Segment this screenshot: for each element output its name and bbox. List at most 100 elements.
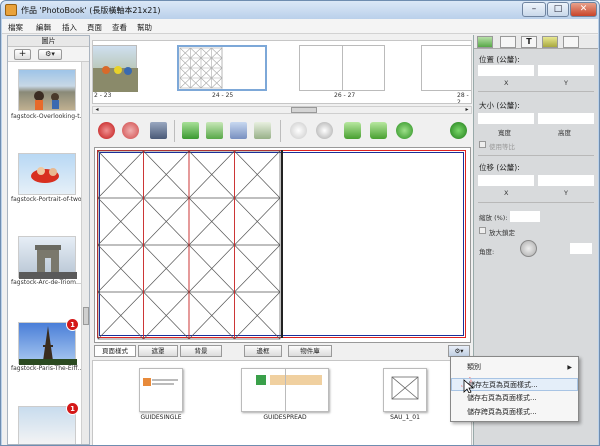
photo-caption: fagstock-Paris-The-Eiff… bbox=[11, 365, 84, 372]
template-thumbnail[interactable] bbox=[139, 368, 183, 412]
next-page-icon[interactable] bbox=[370, 122, 387, 139]
photo-image bbox=[19, 245, 77, 279]
menu-item-category-label: 類別 bbox=[467, 363, 481, 371]
position-y-field[interactable] bbox=[538, 65, 594, 76]
template-label: GUIDESINGLE bbox=[140, 414, 182, 421]
position-title: 位置 (公釐): bbox=[479, 55, 520, 64]
x-label: X bbox=[504, 79, 509, 87]
spread-thumbnail-selected[interactable] bbox=[177, 45, 267, 91]
menu-bar: 檔案 編輯 插入 頁面 查看 幫助 bbox=[2, 19, 598, 34]
add-photo-button[interactable]: + bbox=[14, 49, 31, 60]
shopping-cart-icon[interactable] bbox=[450, 122, 467, 139]
spread-label: 28 - 2 bbox=[457, 92, 469, 104]
menu-edit[interactable]: 編輯 bbox=[36, 22, 51, 33]
play-icon[interactable] bbox=[396, 122, 413, 139]
toolbar-separator bbox=[280, 120, 281, 142]
spread-image bbox=[93, 66, 138, 92]
tab-page-styles[interactable]: 頁面樣式 bbox=[94, 345, 136, 357]
edit-photo-icon[interactable] bbox=[254, 122, 271, 139]
spread-thumbnail[interactable] bbox=[299, 45, 385, 91]
zoom-locked-checkbox[interactable] bbox=[479, 227, 486, 234]
offset-y-field[interactable] bbox=[538, 175, 594, 186]
undo-icon[interactable] bbox=[98, 122, 115, 139]
offset-title: 位移 (公釐): bbox=[479, 163, 520, 172]
scrollbar-thumb[interactable] bbox=[291, 107, 317, 113]
template-label: GUIDESPREAD bbox=[263, 414, 307, 421]
title-bar: 作品 'PhotoBook' (長版橫軸本21x21) – □ ✕ bbox=[1, 1, 599, 19]
previous-page-icon[interactable] bbox=[344, 122, 361, 139]
spread-thumbnail[interactable] bbox=[93, 45, 138, 92]
menu-item-save-right-page[interactable]: 儲存右頁為頁面樣式... bbox=[451, 392, 578, 405]
tab-masks[interactable]: 遮罩 bbox=[138, 345, 178, 357]
photo-thumbnail[interactable] bbox=[18, 236, 77, 279]
window-title: 作品 'PhotoBook' (長版橫軸本21x21) bbox=[21, 6, 161, 15]
section-divider bbox=[478, 202, 594, 203]
left-page-layout[interactable] bbox=[97, 150, 281, 340]
tab-frames[interactable]: 邊框 bbox=[244, 345, 282, 357]
width-field[interactable] bbox=[478, 113, 534, 124]
spine-line bbox=[281, 150, 283, 338]
keep-ratio-label: 使用等比 bbox=[489, 143, 515, 151]
template-thumbnail[interactable] bbox=[383, 368, 427, 412]
text-properties-icon[interactable]: T bbox=[521, 36, 537, 48]
angle-field[interactable] bbox=[570, 243, 592, 254]
height-field[interactable] bbox=[538, 113, 594, 124]
tab-clipart[interactable]: 物件庫 bbox=[288, 345, 332, 357]
properties-tab-bar: T bbox=[474, 35, 598, 49]
image-properties-icon[interactable] bbox=[477, 36, 493, 48]
minimize-button[interactable]: – bbox=[522, 2, 546, 17]
photos-panel-title: 圖片 bbox=[8, 36, 89, 47]
send-icon[interactable] bbox=[230, 122, 247, 139]
menu-item-category[interactable]: 類別 ▶ bbox=[451, 361, 578, 374]
photo-options-button[interactable]: ⚙▾ bbox=[38, 49, 62, 60]
ruler-properties-icon[interactable] bbox=[542, 36, 558, 48]
spread-thumbnail[interactable] bbox=[421, 45, 471, 91]
position-x-field[interactable] bbox=[478, 65, 534, 76]
menu-view[interactable]: 查看 bbox=[112, 22, 127, 33]
maximize-button[interactable]: □ bbox=[547, 2, 569, 17]
menu-page[interactable]: 頁面 bbox=[87, 22, 102, 33]
add-image-icon[interactable] bbox=[182, 122, 199, 139]
keep-ratio-checkbox[interactable] bbox=[479, 141, 486, 148]
page-properties-icon[interactable] bbox=[563, 36, 579, 48]
menu-insert[interactable]: 插入 bbox=[62, 22, 77, 33]
zoom-out-icon[interactable] bbox=[290, 122, 307, 139]
add-text-icon[interactable] bbox=[206, 122, 223, 139]
zoom-in-icon[interactable] bbox=[316, 122, 333, 139]
mouse-pointer-icon bbox=[461, 377, 475, 393]
tab-backgrounds[interactable]: 背景 bbox=[180, 345, 222, 357]
angle-dial[interactable] bbox=[520, 240, 537, 257]
menu-item-save-spread[interactable]: 儲存跨頁為頁面樣式... bbox=[451, 406, 578, 419]
close-button[interactable]: ✕ bbox=[570, 2, 597, 17]
save-icon[interactable] bbox=[150, 122, 167, 139]
x-label: X bbox=[504, 189, 509, 197]
spread-layout-preview bbox=[179, 47, 223, 89]
template-text-line bbox=[152, 383, 174, 385]
photo-caption: fagstock-Portrait-of-two… bbox=[11, 196, 85, 203]
app-icon bbox=[5, 4, 17, 16]
scrollbar-thumb[interactable] bbox=[83, 307, 89, 325]
page-canvas[interactable] bbox=[94, 147, 471, 343]
y-label: Y bbox=[564, 79, 568, 87]
spread-strip-scrollbar[interactable]: ◂ ▸ bbox=[92, 106, 472, 114]
offset-x-field[interactable] bbox=[478, 175, 534, 186]
photo-image bbox=[31, 167, 59, 183]
template-graphic bbox=[256, 375, 266, 385]
template-label: SAU_1_01 bbox=[390, 414, 420, 421]
photos-scrollbar[interactable] bbox=[81, 62, 89, 444]
scroll-left-icon[interactable]: ◂ bbox=[93, 107, 101, 113]
frame-properties-icon[interactable] bbox=[500, 36, 516, 48]
spread-label: 24 - 25 bbox=[212, 92, 234, 99]
spine-line bbox=[285, 369, 286, 411]
template-thumbnail[interactable] bbox=[241, 368, 329, 412]
redo-icon[interactable] bbox=[122, 122, 139, 139]
template-banner bbox=[270, 375, 322, 385]
photo-thumbnail[interactable] bbox=[18, 69, 76, 111]
menu-file[interactable]: 檔案 bbox=[8, 22, 23, 33]
photo-thumbnail[interactable] bbox=[18, 153, 76, 195]
menu-help[interactable]: 幫助 bbox=[137, 22, 152, 33]
scale-field[interactable] bbox=[510, 211, 540, 222]
width-label: 寬度 bbox=[498, 129, 511, 137]
photos-panel: 圖片 + ⚙▾ fagstock-Overlooking-t… fagstock… bbox=[7, 35, 90, 445]
scroll-right-icon[interactable]: ▸ bbox=[463, 107, 471, 113]
